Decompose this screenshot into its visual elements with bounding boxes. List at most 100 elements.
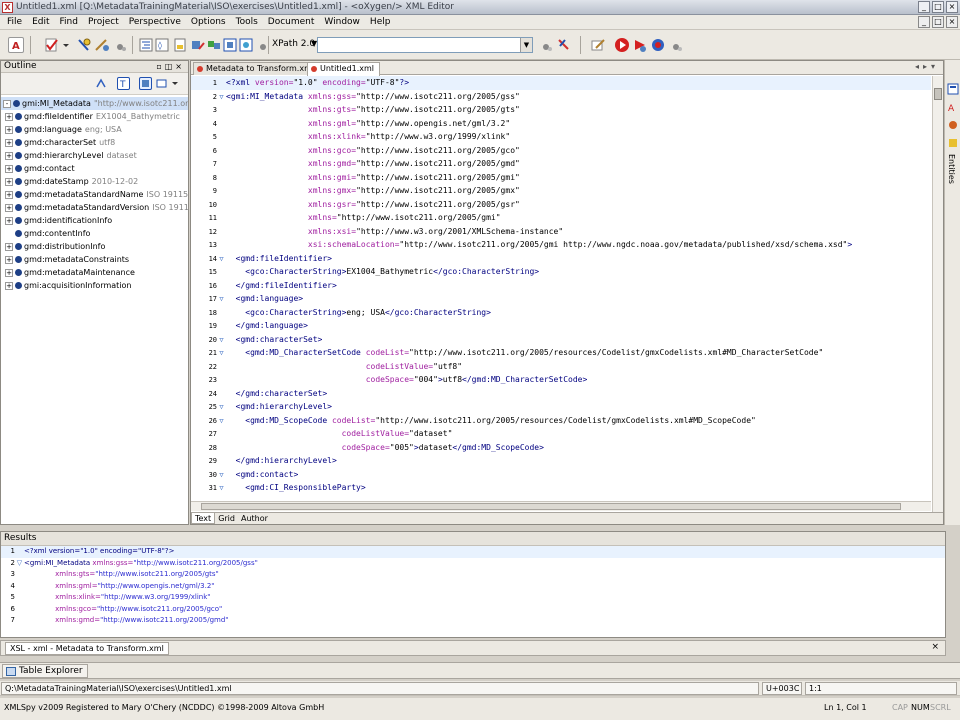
tab-navigation-icon[interactable]: ◂▸▾ [915, 62, 939, 71]
expand-toggle-icon[interactable]: + [5, 125, 13, 134]
menu-help[interactable]: Help [365, 15, 396, 30]
menu-edit[interactable]: Edit [27, 15, 54, 30]
expand-toggle-icon[interactable]: + [5, 203, 13, 212]
vertical-tab-label[interactable]: Entities [947, 154, 956, 184]
minimize-button[interactable]: _ [918, 1, 930, 13]
format-indent-icon[interactable] [138, 37, 154, 53]
expand-toggle-icon[interactable]: + [5, 281, 13, 290]
outline-item[interactable]: + gmd:identificationInfo [1, 214, 188, 227]
new-document-icon[interactable]: A [8, 37, 24, 53]
expand-toggle-icon[interactable]: + [5, 242, 13, 251]
tab-text[interactable]: Text [191, 513, 216, 524]
outline-item[interactable]: + gmd:distributionInfo [1, 240, 188, 253]
fold-toggle-icon[interactable]: ▽ [217, 91, 226, 105]
outline-item[interactable]: + gmd:dateStamp 2010-12-02 [1, 175, 188, 188]
expand-toggle-icon[interactable]: + [5, 138, 13, 147]
outline-item[interactable]: + gmd:characterSet utf8 [1, 136, 188, 149]
expand-toggle-icon[interactable]: - [3, 99, 11, 108]
outline-item[interactable]: + gmi:acquisitionInformation [1, 279, 188, 292]
model-icon[interactable] [947, 118, 959, 132]
doc-close-button[interactable]: × [946, 16, 958, 28]
xslt-debug-icon[interactable] [238, 37, 254, 53]
apply-transformation-icon[interactable] [614, 37, 630, 53]
tab-author[interactable]: Author [238, 513, 271, 524]
validate-icon[interactable] [44, 37, 60, 53]
vertical-scrollbar[interactable] [932, 76, 943, 512]
outline-item[interactable]: gmd:contentInfo [1, 227, 188, 240]
expand-toggle-icon[interactable]: + [5, 151, 13, 160]
expand-toggle-icon[interactable]: + [5, 216, 13, 225]
doc-minimize-button[interactable]: _ [918, 16, 930, 28]
outline-item[interactable]: + gmd:metadataStandardNameISO 19115-2 Geo… [1, 188, 188, 201]
horizontal-scrollbar[interactable] [191, 501, 931, 511]
code-view[interactable]: 1 <?xml version="1.0" encoding="UTF-8"?> 2… [191, 76, 931, 512]
attributes-icon[interactable] [947, 82, 959, 96]
expand-toggle-icon[interactable]: + [5, 268, 13, 277]
xpath-history-dropdown-icon[interactable]: ▼ [520, 38, 532, 52]
collapse-outline-icon[interactable] [155, 77, 168, 90]
validate-dropdown-icon[interactable] [62, 37, 70, 53]
menu-tools[interactable]: Tools [231, 15, 263, 30]
maximize-button[interactable]: □ [932, 1, 944, 13]
menu-file[interactable]: File [2, 15, 27, 30]
comment-icon[interactable]: ◊ [154, 37, 170, 53]
close-button[interactable]: × [946, 1, 958, 13]
menu-options[interactable]: Options [186, 15, 231, 30]
tab-xsl-result[interactable]: XSL - xml - Metadata to Transform.xml [5, 642, 169, 655]
menu-project[interactable]: Project [83, 15, 124, 30]
fold-toggle-icon[interactable]: ▽ [217, 293, 226, 307]
outline-item[interactable]: + gmd:language eng; USA [1, 123, 188, 136]
fold-toggle-icon[interactable]: ▽ [217, 482, 226, 496]
outline-item[interactable]: + gmd:contact [1, 162, 188, 175]
tab-metadata-to-transform[interactable]: Metadata to Transform.xml [193, 62, 321, 75]
menu-document[interactable]: Document [263, 15, 320, 30]
show-text-icon[interactable]: T [117, 77, 130, 90]
debug-icon[interactable] [632, 37, 648, 53]
grid-icon[interactable] [206, 37, 222, 53]
xpath-execute-icon[interactable] [556, 37, 572, 53]
fold-toggle-icon[interactable]: ▽ [217, 415, 226, 429]
outline-item[interactable]: - gmi:MI_Metadata"http://www.isotc211.org… [1, 97, 188, 110]
elements-icon[interactable]: A [947, 100, 959, 114]
expand-toggle-icon[interactable]: + [5, 190, 13, 199]
table-explorer-button[interactable]: Table Explorer [2, 664, 88, 678]
xpath-version-label[interactable]: XPath 2.0 [272, 39, 315, 49]
xpath-settings-icon[interactable] [538, 37, 554, 53]
tab-grid[interactable]: Grid [215, 513, 238, 524]
outline-item[interactable]: + gmd:hierarchyLevel dataset [1, 149, 188, 162]
fold-toggle-icon[interactable]: ▽ [217, 401, 226, 415]
outline-item[interactable]: + gmd:metadataMaintenance [1, 266, 188, 279]
sync-outline-icon[interactable] [95, 77, 108, 90]
fold-toggle-icon[interactable]: ▽ [217, 334, 226, 348]
xpath-icon[interactable] [172, 37, 188, 53]
doc-restore-button[interactable]: □ [932, 16, 944, 28]
close-result-icon[interactable]: × [931, 642, 939, 652]
fold-toggle-icon[interactable]: ▽ [217, 253, 226, 267]
scroll-thumb[interactable] [934, 88, 942, 100]
transform-settings-icon[interactable] [668, 37, 684, 53]
scroll-thumb[interactable] [201, 503, 901, 510]
menu-find[interactable]: Find [55, 15, 83, 30]
expand-toggle-icon[interactable]: + [5, 255, 13, 264]
menu-perspective[interactable]: Perspective [124, 15, 186, 30]
edit-settings-icon[interactable] [94, 37, 110, 53]
fold-toggle-icon[interactable]: ▽ [217, 469, 226, 483]
results-code-view[interactable]: 1 <?xml version="1.0" encoding="UTF-8"?> 2… [1, 546, 945, 627]
check-wellformed-icon[interactable] [76, 37, 92, 53]
schema-icon[interactable] [222, 37, 238, 53]
fold-toggle-icon[interactable]: ▽ [217, 347, 226, 361]
outline-item[interactable]: + gmd:fileIdentifier EX1004_Bathymetric [1, 110, 188, 123]
expand-toggle-icon[interactable]: + [5, 164, 13, 173]
gear-small-icon[interactable] [112, 37, 128, 53]
xpath-input[interactable]: ▼ [317, 37, 533, 53]
menu-window[interactable]: Window [319, 15, 365, 30]
outline-item[interactable]: + gmd:metadataConstraints [1, 253, 188, 266]
outline-item[interactable]: + gmd:metadataStandardVersionISO 19115-2:… [1, 201, 188, 214]
outline-menu-icon[interactable] [171, 77, 179, 90]
fold-toggle-icon[interactable]: ▽ [15, 558, 24, 570]
transform-icon[interactable] [190, 37, 206, 53]
outline-panel-controls[interactable]: ▫◫× [156, 61, 185, 72]
show-attributes-icon[interactable] [139, 77, 152, 90]
expand-toggle-icon[interactable]: + [5, 177, 13, 186]
expand-toggle-icon[interactable]: + [5, 112, 13, 121]
